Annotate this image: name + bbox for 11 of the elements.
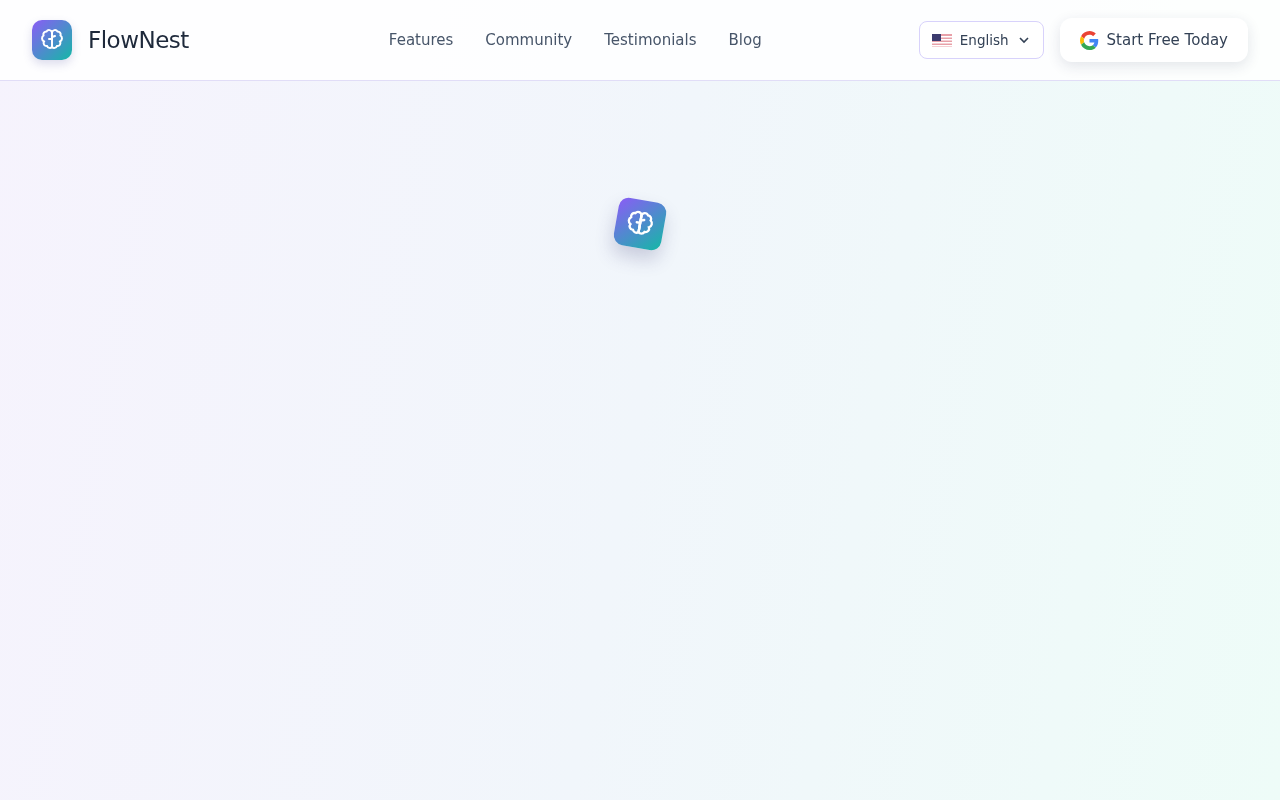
nav-link[interactable]: Community bbox=[485, 28, 573, 52]
nav-link[interactable]: Blog bbox=[728, 28, 762, 52]
nav-link[interactable]: Features bbox=[388, 28, 454, 52]
start-free-button[interactable]: Start Free Today bbox=[1059, 18, 1248, 62]
language-select[interactable]: English bbox=[918, 21, 1044, 59]
google-icon bbox=[1079, 30, 1099, 50]
flag-icon bbox=[931, 33, 952, 47]
brain-logo-icon bbox=[612, 196, 668, 252]
brand-name: FlowNest bbox=[88, 25, 189, 55]
brain-logo-icon bbox=[32, 20, 72, 60]
nav-link[interactable]: Testimonials bbox=[604, 28, 697, 52]
